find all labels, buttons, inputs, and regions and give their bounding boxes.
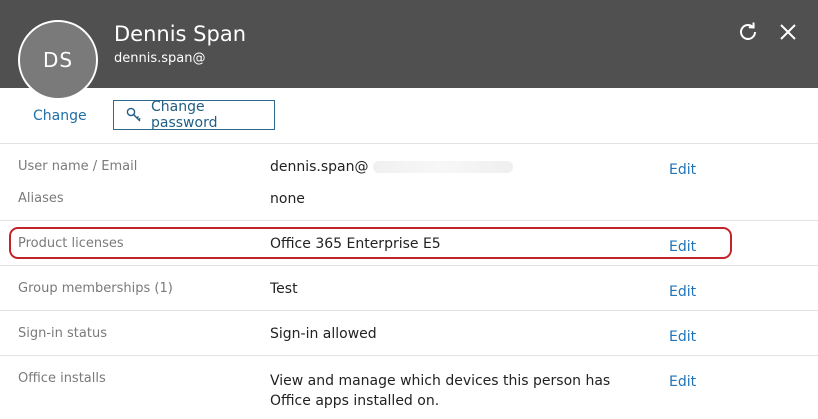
office-installs-line2: Office apps installed on. (270, 393, 440, 409)
edit-licenses-link[interactable]: Edit (669, 239, 696, 255)
divider (0, 265, 818, 266)
row-label-groups: Group memberships (1) (18, 281, 173, 296)
edit-username-link[interactable]: Edit (669, 162, 696, 178)
username-text: dennis.span@ (270, 159, 369, 175)
user-display-name: Dennis Span (114, 22, 246, 46)
divider (0, 355, 818, 356)
divider (0, 143, 818, 144)
row-label-signin: Sign-in status (18, 326, 107, 341)
avatar: DS (18, 20, 98, 100)
refresh-icon (736, 20, 760, 48)
row-value-groups: Test (270, 281, 298, 297)
row-value-username: dennis.span@ (270, 159, 513, 175)
row-value-aliases: none (270, 191, 305, 207)
edit-office-installs-link[interactable]: Edit (669, 374, 696, 390)
close-icon (778, 22, 798, 46)
divider (0, 220, 818, 221)
row-value-licenses: Office 365 Enterprise E5 (270, 236, 441, 252)
row-value-office-installs: View and manage which devices this perso… (270, 371, 610, 411)
change-password-label: Change password (151, 99, 218, 131)
edit-groups-link[interactable]: Edit (669, 284, 696, 300)
row-label-licenses: Product licenses (18, 236, 124, 251)
key-icon (126, 107, 142, 123)
change-password-button[interactable]: Change password (113, 99, 275, 131)
change-photo-link[interactable]: Change (33, 108, 87, 124)
profile-header: DS Dennis Span dennis.span@ (0, 0, 818, 100)
user-email: dennis.span@ (114, 51, 206, 66)
row-label-office-installs: Office installs (18, 371, 106, 386)
redacted-domain (372, 161, 513, 173)
close-button[interactable] (774, 20, 802, 48)
refresh-button[interactable] (734, 20, 762, 48)
edit-signin-link[interactable]: Edit (669, 329, 696, 345)
office-installs-line1: View and manage which devices this perso… (270, 373, 611, 389)
divider (0, 310, 818, 311)
row-label-aliases: Aliases (18, 191, 64, 206)
row-value-signin: Sign-in allowed (270, 326, 377, 342)
row-label-username: User name / Email (18, 159, 138, 174)
